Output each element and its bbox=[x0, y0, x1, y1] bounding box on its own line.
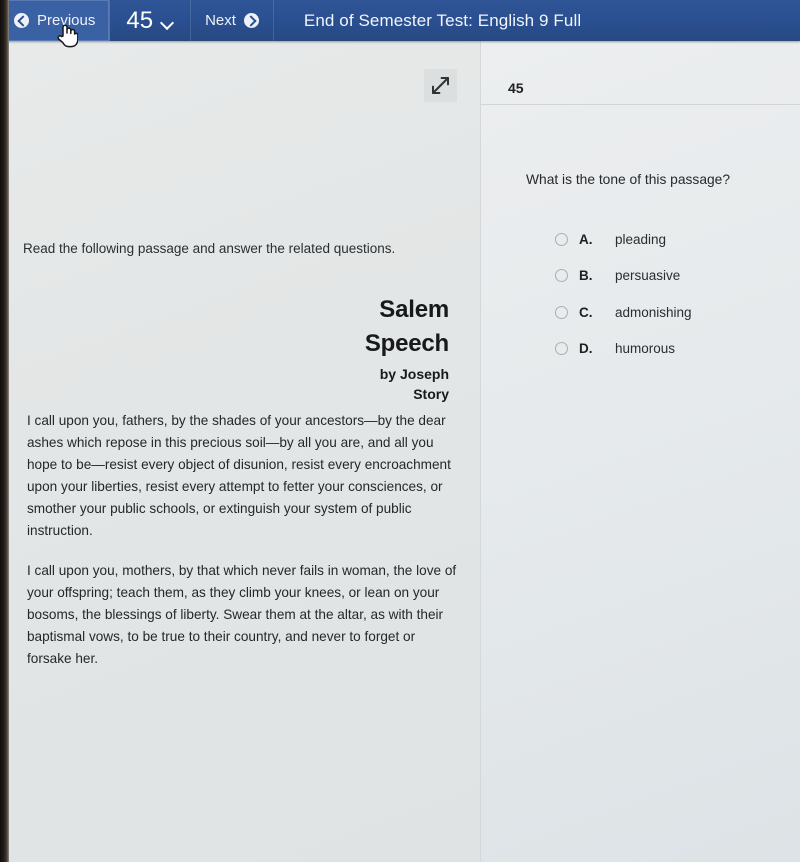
next-button-label: Next bbox=[205, 12, 236, 29]
test-title: End of Semester Test: English 9 Full bbox=[303, 10, 582, 30]
question-number-dropdown-value: 45 bbox=[126, 6, 154, 34]
answer-choice-a[interactable]: A. pleading bbox=[481, 221, 800, 258]
previous-button[interactable]: Previous bbox=[0, 0, 111, 41]
question-number: 45 bbox=[508, 80, 524, 96]
passage-instructions: Read the following passage and answer th… bbox=[23, 241, 396, 256]
radio-button-b[interactable] bbox=[555, 269, 568, 283]
previous-button-label: Previous bbox=[37, 12, 96, 29]
next-button[interactable]: Next bbox=[191, 0, 274, 41]
answer-choices: A. pleading B. persuasive C. admonishing… bbox=[481, 221, 800, 367]
passage-paragraph: I call upon you, fathers, by the shades … bbox=[27, 413, 451, 539]
main-content: Read the following passage and answer th… bbox=[0, 41, 800, 862]
question-divider bbox=[481, 104, 800, 105]
passage-title-line2: Speech bbox=[364, 330, 449, 358]
radio-button-a[interactable] bbox=[555, 232, 568, 246]
passage-title-line1: Salem bbox=[379, 296, 449, 323]
chevron-down-icon bbox=[162, 17, 174, 29]
circle-left-arrow-icon bbox=[14, 13, 29, 28]
radio-button-c[interactable] bbox=[555, 305, 568, 319]
answer-text-d: humorous bbox=[615, 341, 676, 357]
expand-passage-button[interactable] bbox=[424, 69, 457, 102]
answer-text-c: admonishing bbox=[615, 304, 692, 320]
passage-byline-line1: by Joseph bbox=[379, 366, 449, 383]
answer-letter-b: B. bbox=[579, 268, 593, 284]
answer-text-a: pleading bbox=[615, 231, 667, 247]
question-text: What is the tone of this passage? bbox=[526, 172, 731, 187]
answer-choice-c[interactable]: C. admonishing bbox=[481, 294, 800, 331]
circle-right-arrow-icon bbox=[243, 13, 259, 28]
answer-choice-b[interactable]: B. persuasive bbox=[481, 258, 800, 295]
passage-heading: Salem Speech by Joseph Story bbox=[180, 293, 449, 405]
passage-text: I call upon you, fathers, by the shades … bbox=[27, 410, 457, 688]
passage-pane: Read the following passage and answer th… bbox=[0, 41, 481, 862]
answer-choice-d[interactable]: D. humorous bbox=[481, 331, 800, 368]
top-toolbar: Previous 45 Next End of Semester Test: E… bbox=[0, 0, 800, 41]
answer-letter-a: A. bbox=[579, 231, 593, 247]
passage-paragraph: I call upon you, mothers, by that which … bbox=[27, 563, 457, 667]
passage-byline-line2: Story bbox=[413, 386, 449, 403]
question-pane: 45 What is the tone of this passage? A. … bbox=[481, 41, 800, 862]
question-number-dropdown[interactable]: 45 bbox=[110, 0, 192, 41]
answer-text-b: persuasive bbox=[615, 268, 681, 284]
answer-letter-c: C. bbox=[579, 304, 593, 320]
radio-button-d[interactable] bbox=[555, 342, 568, 356]
answer-letter-d: D. bbox=[579, 341, 593, 357]
expand-diagonal-arrows-icon bbox=[432, 77, 449, 94]
